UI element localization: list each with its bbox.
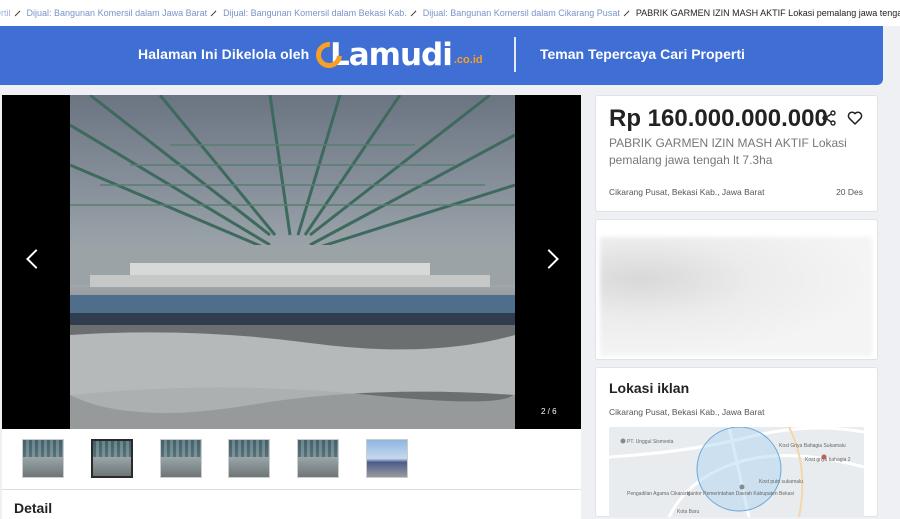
advertisement-placeholder: [600, 237, 872, 356]
breadcrumb: ertil Dijual: Bangunan Komersil dalam Ja…: [0, 0, 900, 26]
share-icon[interactable]: [822, 110, 836, 126]
map-label: Kantor Pemerintahan Daerah Kabupaten Bek…: [687, 491, 795, 497]
main-photo[interactable]: [70, 95, 515, 429]
breadcrumb-item-bekasi[interactable]: Dijual: Bangunan Komersil dalam Bekasi K…: [223, 8, 407, 18]
lamudi-logo: Lamudi .co.id: [310, 35, 483, 75]
detail-heading: Detail: [14, 500, 53, 516]
location-map[interactable]: PT. Unggul Sismesta Kost Griya Bahagia S…: [609, 427, 864, 517]
breadcrumb-current: PABRIK GARMEN IZIN MASH AKTIF Lokasi pem…: [635, 8, 900, 18]
location-heading: Lokasi iklan: [609, 380, 690, 396]
map-label: Kost putri sukamalu: [759, 479, 803, 485]
map-label: PT. Unggul Sismesta: [627, 439, 674, 445]
thumbnail-1[interactable]: [22, 439, 64, 478]
logo-wordmark: Lamudi: [330, 37, 453, 73]
chevron-right-icon: [14, 10, 20, 16]
thumbnail-2[interactable]: [91, 439, 133, 478]
next-photo-button[interactable]: [540, 247, 562, 269]
chevron-right-icon: [410, 10, 417, 16]
thumbnail-3[interactable]: [160, 439, 202, 478]
breadcrumb-item-home[interactable]: ertil: [0, 8, 11, 18]
banner-divider: [514, 37, 516, 72]
map-label: Kost griya bahagia 2: [805, 457, 851, 463]
banner-managed-by-text: Halaman Ini Dikelola oleh: [138, 46, 310, 62]
thumbnail-6[interactable]: [366, 439, 408, 478]
advertisement-card[interactable]: [595, 219, 878, 360]
agency-banner[interactable]: Halaman Ini Dikelola oleh Lamudi .co.id …: [0, 26, 883, 85]
logo-tld: .co.id: [453, 54, 483, 66]
location-card: Lokasi iklan Cikarang Pusat, Bekasi Kab.…: [595, 367, 878, 517]
previous-photo-button[interactable]: [22, 247, 44, 269]
factory-interior-image: [70, 95, 515, 429]
photo-counter: 2 / 6: [541, 407, 557, 416]
thumbnail-4[interactable]: [228, 439, 270, 478]
listing-summary-card: Rp 160.000.000.000 PABRIK GARMEN IZIN MA…: [595, 95, 878, 212]
map-label: Kost Griya Bahagia Sukamalu: [779, 443, 846, 449]
chevron-right-icon: [623, 10, 630, 16]
location-address: Cikarang Pusat, Bekasi Kab., Jawa Barat: [609, 407, 765, 417]
thumbnail-5[interactable]: [297, 439, 339, 478]
map-label: Pengadilan Agama Cikarang: [627, 491, 691, 497]
map-label: Kota Baru: [677, 509, 700, 515]
listing-price: Rp 160.000.000.000: [609, 105, 828, 132]
thumbnail-strip: [2, 429, 581, 489]
photo-gallery[interactable]: 2 / 6: [2, 95, 581, 429]
listing-date: 20 Des: [836, 187, 863, 197]
breadcrumb-item-jawa-barat[interactable]: Dijual: Bangunan Komersil dalam Jawa Bar…: [27, 8, 208, 18]
chevron-right-icon: [210, 10, 217, 16]
detail-section: Detail: [2, 489, 581, 519]
banner-tagline: Teman Tepercaya Cari Properti: [540, 46, 745, 62]
listing-location: Cikarang Pusat, Bekasi Kab., Jawa Barat: [609, 187, 765, 197]
breadcrumb-item-cikarang[interactable]: Dijual: Bangunan Komersil dalam Cikarang…: [423, 8, 620, 18]
heart-icon[interactable]: [847, 110, 863, 126]
listing-title: PABRIK GARMEN IZIN MASH AKTIF Lokasi pem…: [609, 136, 847, 167]
